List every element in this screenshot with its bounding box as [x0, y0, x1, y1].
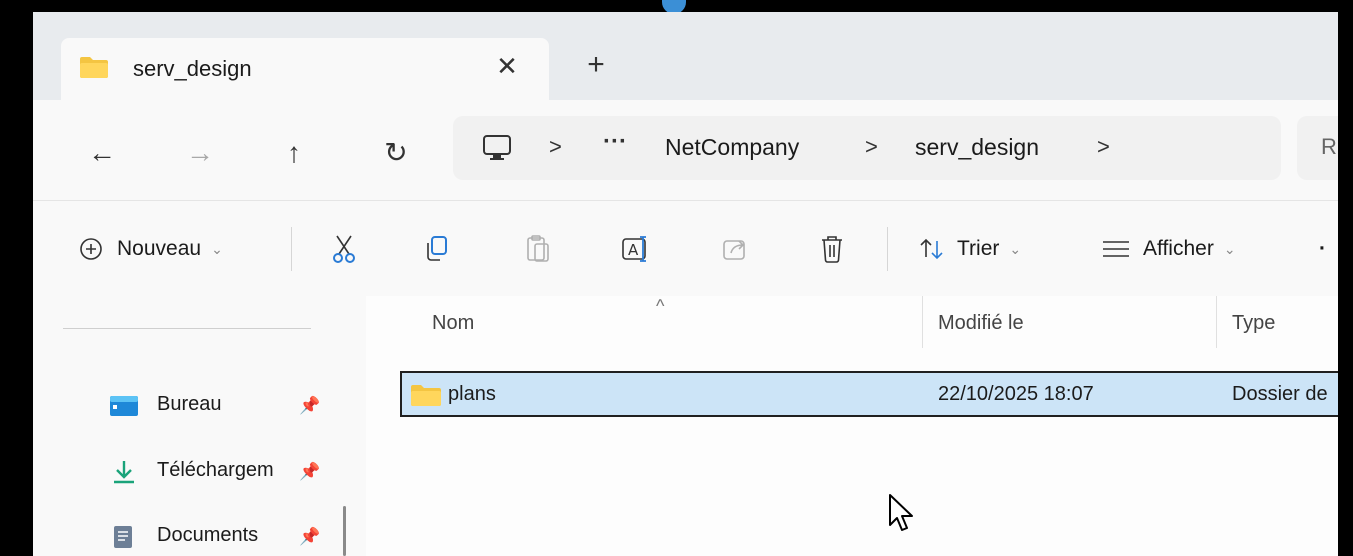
- trash-icon: [822, 236, 842, 263]
- scissors-icon: [333, 235, 355, 263]
- sidebar-item-label: Téléchargem: [157, 459, 274, 481]
- sidebar-item-bureau[interactable]: Bureau 📌: [109, 390, 329, 422]
- pc-icon[interactable]: [481, 132, 513, 164]
- view-label: Afficher: [1143, 237, 1214, 260]
- tab-title: serv_design: [133, 56, 252, 81]
- search-placeholder: R: [1321, 134, 1337, 159]
- plus-circle-icon: [80, 238, 102, 260]
- breadcrumb-separator[interactable]: >: [1097, 134, 1110, 160]
- view-button[interactable]: Afficher ⌄: [1101, 231, 1236, 267]
- arrow-right-icon[interactable]: →: [183, 136, 217, 170]
- chevron-down-icon: ⌄: [211, 240, 223, 257]
- breadcrumb-serv-design[interactable]: serv_design: [915, 134, 1039, 161]
- more-options-button[interactable]: ·: [1319, 231, 1326, 267]
- download-icon: [114, 461, 134, 484]
- pin-icon[interactable]: 📌: [299, 396, 320, 416]
- copy-button[interactable]: [423, 231, 449, 267]
- column-header-name[interactable]: Nom: [432, 312, 474, 335]
- delete-button[interactable]: [819, 231, 845, 267]
- documents-icon: [114, 526, 132, 548]
- folder-icon: [411, 385, 441, 406]
- mouse-cursor-icon: [889, 494, 913, 531]
- sidebar-item-label: Documents: [157, 524, 259, 546]
- breadcrumb-more[interactable]: ···: [603, 128, 627, 156]
- sidebar-item-telechargements[interactable]: Téléchargem 📌: [109, 456, 329, 488]
- command-bar: Nouveau ⌄ A Trier ⌄ Afficher ⌄ ·: [33, 200, 1338, 297]
- breadcrumb-separator[interactable]: >: [865, 134, 878, 160]
- file-type: Dossier de: [1232, 383, 1328, 405]
- breadcrumb-separator[interactable]: >: [549, 134, 562, 160]
- sort-icon: [920, 238, 943, 260]
- breadcrumb-netcompany[interactable]: NetCompany: [665, 134, 799, 161]
- navigation-bar: ← → ↑ ↻ > ··· NetCompany > serv_design >…: [33, 100, 1338, 200]
- paste-button[interactable]: [525, 231, 551, 267]
- navigation-pane: Bureau 📌 Téléchargem 📌 Documents 📌: [33, 296, 366, 556]
- file-modified: 22/10/2025 18:07: [938, 383, 1094, 405]
- divider: [291, 227, 292, 271]
- new-label: Nouveau: [117, 237, 202, 260]
- refresh-icon[interactable]: ↻: [379, 136, 413, 170]
- search-input[interactable]: R: [1297, 116, 1338, 180]
- sort-label: Trier: [957, 237, 1000, 260]
- list-view-icon: [1103, 241, 1129, 257]
- clipboard-icon: [527, 235, 549, 262]
- file-explorer-window: serv_design ✕ + ← → ↑ ↻ > ··· NetCompany…: [33, 12, 1338, 556]
- chevron-down-icon: ⌄: [1223, 240, 1236, 257]
- plus-icon[interactable]: +: [581, 50, 611, 80]
- cut-button[interactable]: [331, 231, 357, 267]
- address-bar[interactable]: > ··· NetCompany > serv_design >: [453, 116, 1281, 180]
- file-name[interactable]: plans: [448, 383, 496, 406]
- desktop-icon: [110, 396, 138, 416]
- sort-button[interactable]: Trier ⌄: [919, 231, 1021, 267]
- share-icon: [723, 240, 745, 260]
- column-divider[interactable]: [1216, 296, 1217, 348]
- table-row[interactable]: plans 22/10/2025 18:07 Dossier de: [400, 371, 1338, 417]
- sidebar-item-label: Bureau: [157, 393, 222, 415]
- share-button[interactable]: [721, 231, 749, 267]
- sort-ascending-icon: ^: [656, 296, 665, 316]
- svg-text:A: A: [628, 241, 639, 259]
- pin-icon[interactable]: 📌: [299, 462, 320, 482]
- file-list: ^ Nom Modifié le Type plans 22/10/2025 1…: [366, 296, 1338, 556]
- folder-icon: [80, 57, 108, 78]
- rename-button[interactable]: A: [621, 231, 651, 267]
- arrow-left-icon[interactable]: ←: [85, 136, 119, 170]
- pin-icon[interactable]: 📌: [299, 527, 320, 547]
- column-header-modified[interactable]: Modifié le: [938, 312, 1024, 335]
- tab-strip: serv_design ✕ +: [33, 12, 1338, 100]
- arrow-up-icon[interactable]: ↑: [277, 136, 311, 170]
- copy-icon: [427, 236, 447, 261]
- rename-icon: A: [622, 236, 646, 262]
- tab-serv-design[interactable]: serv_design ✕: [61, 38, 549, 100]
- new-button[interactable]: Nouveau ⌄: [79, 231, 223, 267]
- column-divider[interactable]: [922, 296, 923, 348]
- column-header-type[interactable]: Type: [1232, 312, 1275, 335]
- divider: [887, 227, 888, 271]
- close-icon[interactable]: ✕: [493, 52, 521, 80]
- divider: [63, 328, 311, 329]
- sidebar-item-documents[interactable]: Documents 📌: [109, 521, 329, 553]
- scrollbar[interactable]: [343, 506, 346, 556]
- chevron-down-icon: ⌄: [1009, 240, 1022, 257]
